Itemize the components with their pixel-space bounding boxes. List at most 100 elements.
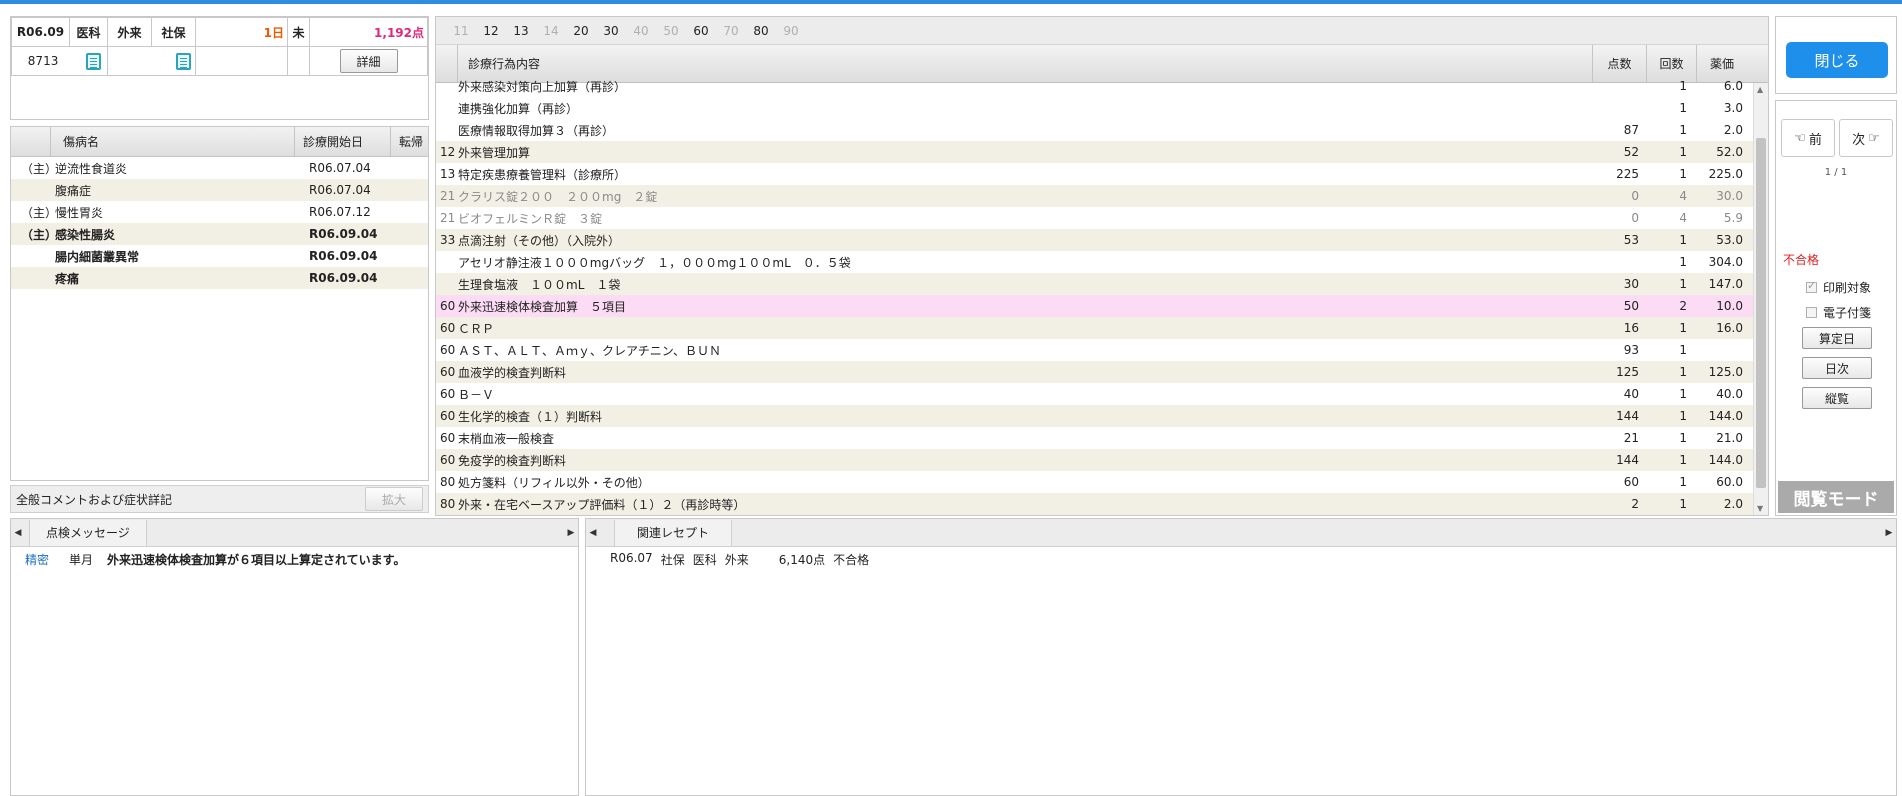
treatment-row[interactable]: 生理食塩液 １００mL １袋 30 1 147.0 [436,273,1768,295]
vertical-view-button[interactable]: 縦覧 [1802,387,1872,409]
scroll-down-icon[interactable]: ▼ [1757,504,1763,513]
category-tab[interactable]: 90 [776,24,806,38]
category-tab[interactable]: 13 [506,24,536,38]
outcome-header[interactable]: 転帰 [391,127,428,156]
treatment-code: 12 [440,145,456,159]
treatment-code: 60 [440,365,456,379]
disease-row[interactable]: （主） 感染性腸炎 R06.09.04 [11,223,428,245]
category-tab[interactable]: 11 [446,24,476,38]
scrollbar-thumb[interactable] [1756,138,1766,488]
category-tab[interactable]: 70 [716,24,746,38]
category-tab[interactable]: 20 [566,24,596,38]
tab-related-receipts[interactable]: 関連レセプト [614,519,733,546]
disease-row[interactable]: （主） 慢性胃炎 R06.07.12 [11,201,428,223]
treatment-row[interactable]: 60 末梢血液一般検査 21 1 21.0 [436,427,1768,449]
treatment-name: 生理食塩液 １００mL １袋 [458,277,621,292]
disease-name-header[interactable]: 傷病名 [51,127,295,156]
start-date-header[interactable]: 診療開始日 [295,127,391,156]
empty-cell-2 [287,46,310,76]
treatment-price: 144.0 [1708,453,1743,467]
treatment-code: 60 [440,453,456,467]
e-tag-checkbox[interactable]: 電子付箋 [1806,304,1871,321]
category-tab[interactable]: 60 [686,24,716,38]
treatment-list: 外来感染対策向上加算（再診） 1 6.0 連携強化加算（再診） 1 3.0 医療情報取得加算… [436,75,1768,515]
treatment-price: 6.0 [1723,79,1743,93]
treatment-row[interactable]: 13 特定疾患療養管理料（診療所） 225 1 225.0 [436,163,1768,185]
treatment-points: 125 [1616,365,1639,379]
treatment-row[interactable]: 60 ＣＲＰ 16 1 16.0 [436,317,1768,339]
treatment-row[interactable]: 21 クラリス錠２００ ２００mg ２錠 0 4 30.0 [436,185,1768,207]
scrollbar[interactable]: ▲ ▼ [1753,83,1768,515]
print-target-box[interactable] [1806,279,1817,293]
detail-button[interactable]: 詳細 [339,49,398,73]
scroll-up-icon[interactable]: ▲ [1757,85,1763,94]
category-tab[interactable]: 40 [626,24,656,38]
tab-scroll-left-icon[interactable]: ◀ [11,520,25,546]
treatment-count: 1 [1679,101,1687,115]
document-icon-2[interactable] [176,52,191,70]
disease-row[interactable]: （主） 逆流性食道炎 R06.07.04 [11,157,428,179]
category-tab[interactable]: 80 [746,24,776,38]
treatment-row[interactable]: 60 外来迅速検体検査加算 ５項目 50 2 10.0 [436,295,1768,317]
treatment-row[interactable]: 連携強化加算（再診） 1 3.0 [436,97,1768,119]
treatment-row[interactable]: 60 ＡＳＴ、ＡＬＴ、Ａｍｙ、クレアチニン、ＢＵＮ 93 1 [436,339,1768,361]
related-scroll-left-icon[interactable]: ◀ [586,520,600,546]
print-target-checkbox[interactable]: 印刷対象 [1806,279,1871,296]
comment-label: 全般コメントおよび症状詳記 [16,492,173,507]
calc-day-button[interactable]: 算定日 [1802,327,1872,349]
treatment-count: 1 [1679,497,1687,511]
treatment-code: 21 [440,211,456,225]
treatment-points: 40 [1623,387,1639,401]
treatment-count: 1 [1679,79,1687,93]
treatment-code: 60 [440,343,456,357]
document-icon[interactable] [86,52,101,70]
page-indicator: 1 / 1 [1824,167,1848,178]
e-tag-box[interactable] [1806,307,1817,318]
category-tab[interactable]: 12 [476,24,506,38]
category-tab[interactable]: 30 [596,24,626,38]
treatment-row[interactable]: 60 血液学的検査判断料 125 1 125.0 [436,361,1768,383]
treatment-price: 5.9 [1723,211,1743,225]
treatment-name: ＣＲＰ [458,321,495,336]
related-receipt-row[interactable]: R06.07 社保 医科 外来 6,140点 不合格 [610,551,1872,568]
treatment-count: 1 [1679,277,1687,291]
treatment-row[interactable]: アセリオ静注液１０００mgバッグ １，０００mg１００mL ０．５袋 1 304.0 [436,251,1768,273]
treatment-row[interactable]: 33 点滴注射（その他）（入院外） 53 1 53.0 [436,229,1768,251]
disease-row[interactable]: 腹痛症 R06.07.04 [11,179,428,201]
expand-button[interactable]: 拡大 [365,487,423,511]
treatment-name: 外来迅速検体検査加算 ５項目 [458,299,627,314]
treatment-row[interactable]: 外来感染対策向上加算（再診） 1 6.0 [436,75,1768,97]
treatment-row[interactable]: 80 外来・在宅ベースアップ評価料（１）２（再診時等） 2 1 2.0 [436,493,1768,515]
treatment-name: 外来・在宅ベースアップ評価料（１）２（再診時等） [458,497,746,512]
treatment-row[interactable]: 21 ビオフェルミンＲ錠 ３錠 0 4 5.9 [436,207,1768,229]
treatment-row[interactable]: 60 免疫学的検査判断料 144 1 144.0 [436,449,1768,471]
month-cell: R06.09 [11,17,70,47]
tab-scroll-right-icon[interactable]: ▶ [564,520,578,546]
daily-button[interactable]: 日次 [1802,357,1872,379]
close-button[interactable]: 閉じる [1786,42,1888,78]
treatment-points: 93 [1623,343,1639,357]
related-scroll-right-icon[interactable]: ▶ [1882,520,1896,546]
treatment-row[interactable]: 12 外来管理加算 52 1 52.0 [436,141,1768,163]
treatment-name: Ｂ－Ｖ [458,387,495,402]
treatment-row[interactable]: 80 処方箋料（リフィル以外・その他） 60 1 60.0 [436,471,1768,493]
category-tab[interactable]: 14 [536,24,566,38]
prev-button[interactable]: ☜ 前 [1781,119,1835,157]
related-tabs: ◀ 関連レセプト ▶ [586,519,1896,547]
treatment-price: 2.0 [1723,497,1743,511]
patient-no-cell: 8713 [11,46,108,76]
disease-row[interactable]: 腸内細菌叢異常 R06.09.04 [11,245,428,267]
treatment-row[interactable]: 医療情報取得加算３（再診） 87 1 2.0 [436,119,1768,141]
tab-check-messages[interactable]: 点検メッセージ [29,519,147,546]
next-button[interactable]: 次 ☞ [1839,119,1893,157]
check-message[interactable]: 精密 単月 外来迅速検体検査加算が６項目以上算定されています。 [25,551,564,568]
comment-bar: 全般コメントおよび症状詳記 拡大 [10,485,429,513]
disease-row[interactable]: 疼痛 R06.09.04 [11,267,428,289]
category-tab[interactable]: 50 [656,24,686,38]
treatment-count: 1 [1679,409,1687,423]
treatment-code: 80 [440,497,456,511]
treatment-row[interactable]: 60 Ｂ－Ｖ 40 1 40.0 [436,383,1768,405]
treatment-count: 2 [1679,299,1687,313]
treatment-row[interactable]: 60 生化学的検査（１）判断料 144 1 144.0 [436,405,1768,427]
next-label: 次 [1852,132,1866,148]
